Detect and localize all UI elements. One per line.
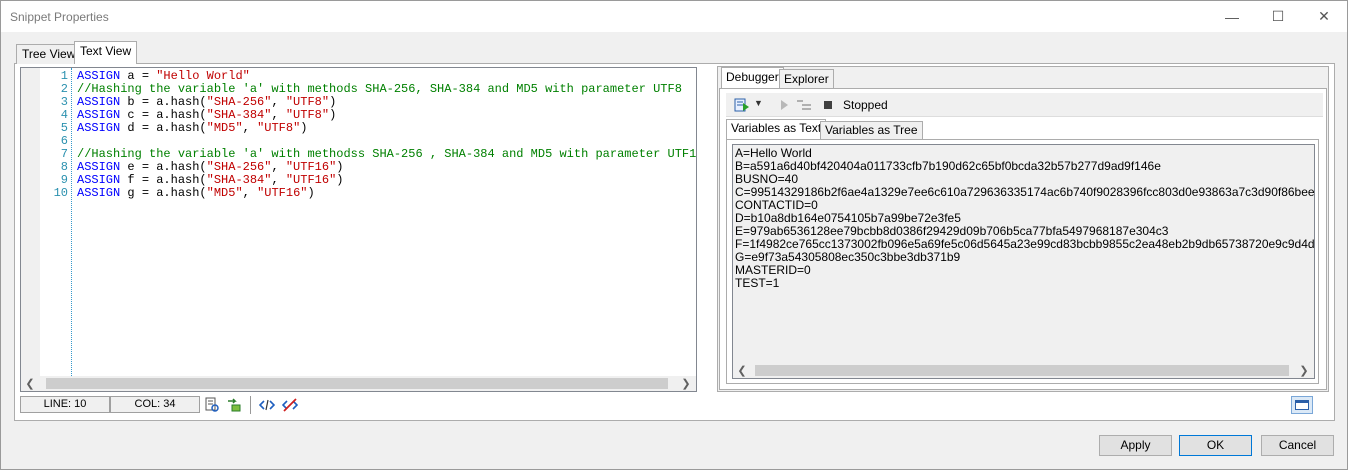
run-dropdown-icon[interactable]: ▼: [754, 98, 763, 108]
code-token: "SHA-256": [206, 95, 272, 109]
code-editor[interactable]: 1 2 3 4 5 6 7 8 9 10 ASSIGN a = "Hello World"//Ha…: [20, 67, 697, 392]
code-line: ASSIGN d = a.hash("MD5", "UTF8"): [77, 122, 307, 135]
code-token: ): [336, 160, 344, 174]
step-icon: [797, 100, 811, 110]
maximize-button[interactable]: ☐: [1255, 1, 1301, 32]
code-token: ,: [271, 108, 286, 122]
code-token: ASSIGN: [77, 108, 121, 122]
title-bar: Snippet Properties — ☐ ✕: [1, 1, 1347, 32]
code-token: ,: [242, 121, 258, 135]
variables-text-box[interactable]: A=Hello World B=a591a6d40bf420404a011733c…: [732, 144, 1315, 379]
code-token: ,: [271, 95, 286, 109]
close-button[interactable]: ✕: [1301, 1, 1347, 32]
debugger-status: Stopped: [843, 98, 888, 112]
variables-horizontal-scrollbar[interactable]: ❮ ❯: [733, 363, 1314, 378]
close-icon: ✕: [1318, 8, 1330, 24]
tab-variables-as-text[interactable]: Variables as Text: [726, 119, 827, 139]
code-tag-disabled-icon[interactable]: [282, 397, 298, 413]
variable-line: B=a591a6d40bf420404a011733cfb7b190d62c65…: [735, 159, 1161, 173]
code-token: "UTF8": [257, 121, 301, 135]
scrollbar-thumb[interactable]: [755, 365, 1289, 376]
code-token: //Hashing the variable 'a' with methods …: [77, 82, 682, 96]
scroll-right-icon[interactable]: ❯: [679, 377, 693, 390]
play-icon: [781, 100, 788, 110]
window-title: Snippet Properties: [10, 10, 109, 24]
tab-text-view[interactable]: Text View: [74, 41, 138, 64]
minimize-button[interactable]: —: [1209, 1, 1255, 32]
code-token: "SHA-384": [206, 173, 272, 187]
line-number: 10: [53, 186, 68, 200]
code-token: ASSIGN: [77, 95, 121, 109]
line-number-gutter: 1 2 3 4 5 6 7 8 9 10: [21, 68, 72, 376]
run-icon[interactable]: [734, 97, 750, 113]
tab-tree-view[interactable]: Tree View: [16, 44, 82, 64]
scroll-left-icon[interactable]: ❮: [23, 377, 37, 390]
code-token: "UTF8": [285, 95, 330, 109]
code-token: ASSIGN: [77, 121, 121, 135]
code-token: ): [307, 186, 315, 200]
document-search-icon[interactable]: [204, 397, 220, 413]
tab-explorer[interactable]: Explorer: [779, 69, 834, 88]
code-token: ): [329, 108, 337, 122]
maximize-icon: ☐: [1271, 8, 1285, 24]
apply-button[interactable]: Apply: [1099, 435, 1172, 456]
ok-button[interactable]: OK: [1179, 435, 1252, 456]
code-token: f = a.hash(: [120, 173, 207, 187]
code-token: a =: [120, 69, 157, 83]
code-token: "MD5": [206, 121, 243, 135]
code-token: ASSIGN: [77, 160, 121, 174]
scrollbar-thumb[interactable]: [46, 378, 668, 389]
debugger-toolbar: [726, 93, 1323, 117]
tab-debugger[interactable]: Debugger: [721, 67, 784, 88]
status-col: COL: 34: [110, 396, 200, 413]
code-token: ASSIGN: [77, 186, 121, 200]
code-token: b = a.hash(: [120, 95, 207, 109]
format-icon[interactable]: [226, 397, 242, 413]
editor-horizontal-scrollbar[interactable]: ❮ ❯: [21, 376, 696, 391]
code-line: ASSIGN g = a.hash("MD5", "UTF16"): [77, 187, 315, 200]
code-token: "UTF16": [257, 186, 308, 200]
variable-line: TEST=1: [735, 276, 780, 290]
code-token: "UTF8": [285, 108, 330, 122]
code-token: ,: [271, 160, 286, 174]
stop-icon[interactable]: [820, 97, 836, 113]
code-token: ASSIGN: [77, 173, 121, 187]
code-token: d = a.hash(: [120, 121, 207, 135]
code-token: "UTF16": [285, 173, 337, 187]
minimize-icon: —: [1225, 8, 1239, 25]
code-token: g = a.hash(: [120, 186, 207, 200]
scroll-right-icon[interactable]: ❯: [1297, 364, 1311, 377]
code-tag-icon[interactable]: [259, 397, 275, 413]
status-line: LINE: 10: [20, 396, 110, 413]
code-token: ): [336, 173, 344, 187]
code-token: ,: [271, 173, 286, 187]
code-token: ,: [242, 186, 258, 200]
code-token: "UTF16": [285, 160, 337, 174]
layout-toggle-icon[interactable]: [1291, 396, 1313, 414]
scroll-left-icon[interactable]: ❮: [735, 364, 749, 377]
code-token: ): [300, 121, 308, 135]
code-token: "SHA-256": [206, 160, 272, 174]
code-token: ): [329, 95, 337, 109]
code-token: ASSIGN: [77, 69, 121, 83]
code-token: "MD5": [206, 186, 243, 200]
variable-line: C=99514329186b2f6ae4a1329e7ee6c610a72963…: [735, 185, 1315, 199]
code-token: "SHA-384": [206, 108, 272, 122]
code-token: c = a.hash(: [120, 108, 207, 122]
code-token: e = a.hash(: [120, 160, 207, 174]
cancel-button[interactable]: Cancel: [1261, 435, 1334, 456]
code-token: //Hashing the variable 'a' with methodss…: [77, 147, 697, 161]
tab-variables-as-tree[interactable]: Variables as Tree: [820, 121, 923, 139]
code-token: "Hello World": [156, 69, 250, 83]
